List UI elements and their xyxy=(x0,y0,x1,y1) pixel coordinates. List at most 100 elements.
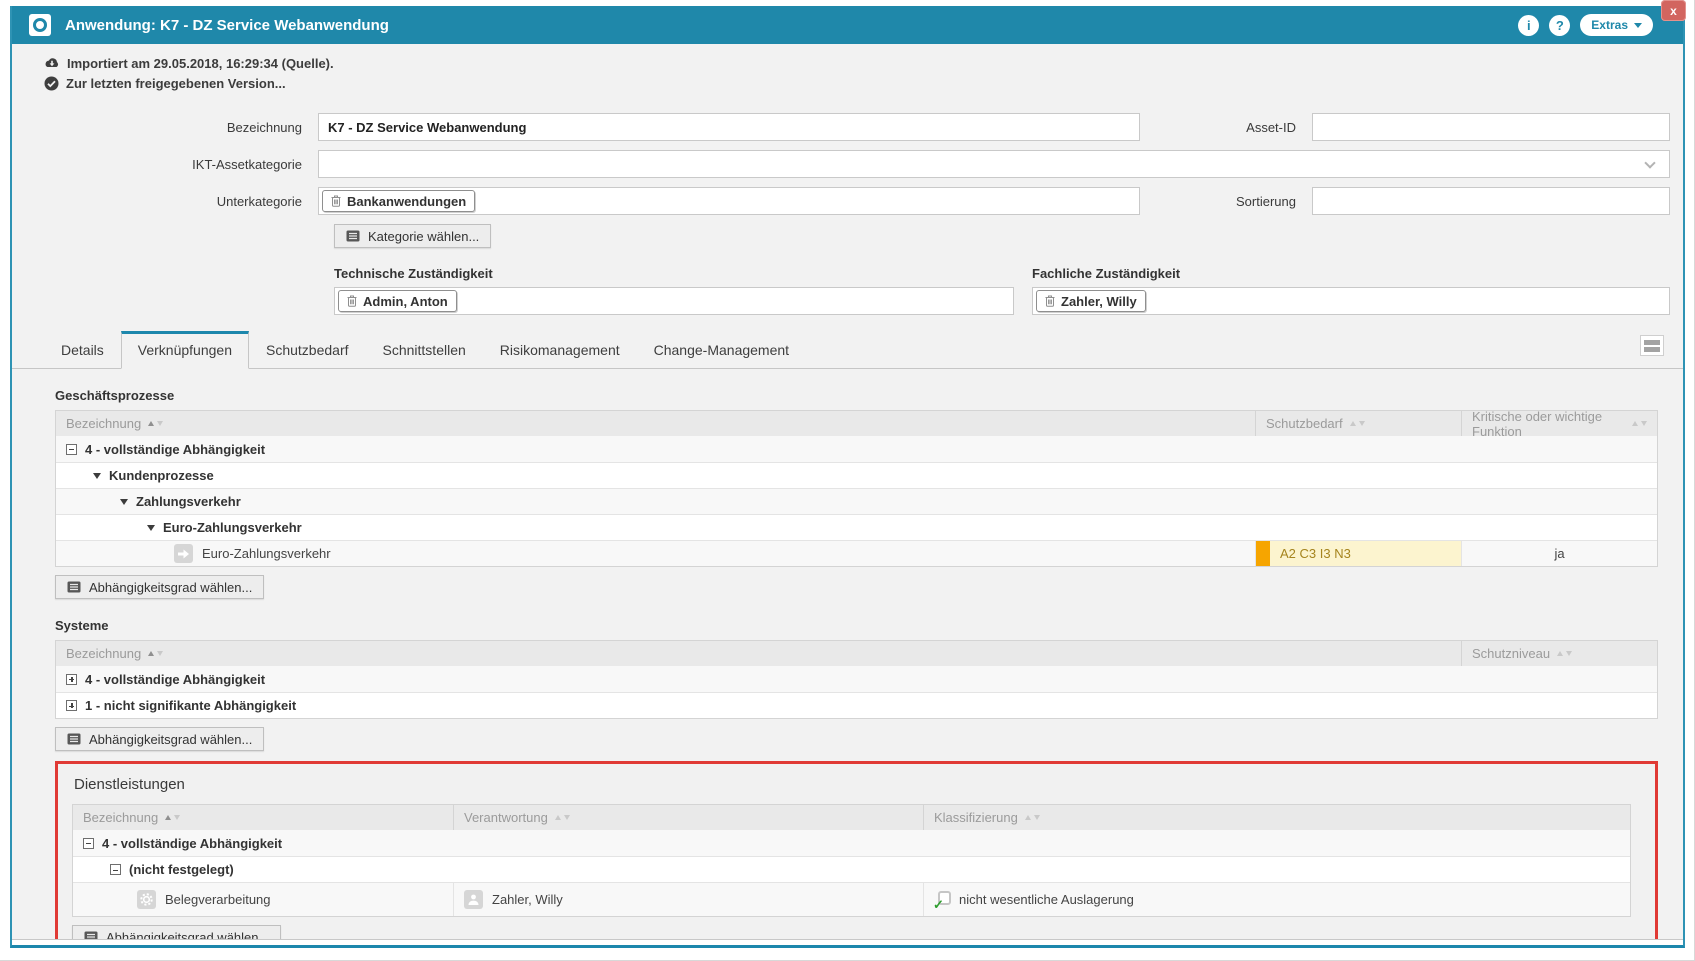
window-title: Anwendung: K7 - DZ Service Webanwendung xyxy=(65,17,389,34)
column-header-bezeichnung[interactable]: Bezeichnung xyxy=(73,805,453,830)
sort-icon[interactable] xyxy=(148,421,163,426)
dienstleistungen-title: Dienstleistungen xyxy=(74,776,1631,793)
technische-zustaendigkeit-field[interactable]: Admin, Anton xyxy=(334,287,1014,315)
table-row[interactable]: 4 - vollständige Abhängigkeit xyxy=(56,666,1657,692)
unterkategorie-chip[interactable]: Bankanwendungen xyxy=(322,190,475,212)
close-icon[interactable]: x xyxy=(1661,0,1686,21)
abhaengigkeitsgrad-waehlen-button[interactable]: Abhängigkeitsgrad wählen... xyxy=(55,575,264,599)
bezeichnung-label: Bezeichnung xyxy=(44,120,318,135)
sortierung-label: Sortierung xyxy=(1140,194,1312,209)
sort-icon[interactable] xyxy=(1632,421,1647,426)
version-line: Zur letzten freigegebenen Version... xyxy=(44,73,1658,93)
fachliche-chip[interactable]: Zahler, Willy xyxy=(1036,290,1146,312)
trash-icon[interactable] xyxy=(347,295,357,307)
trash-icon[interactable] xyxy=(331,195,341,207)
abhaengigkeitsgrad-waehlen-button[interactable]: Abhängigkeitsgrad wählen... xyxy=(72,925,281,940)
systeme-table: Bezeichnung Schutzniveau 4 - vollständig… xyxy=(55,640,1658,719)
technische-zustaendigkeit-label: Technische Zuständigkeit xyxy=(334,266,1014,281)
sort-icon[interactable] xyxy=(1557,651,1572,656)
collapse-minus-icon[interactable] xyxy=(66,444,77,455)
check-circle-icon xyxy=(44,76,59,91)
help-icon[interactable]: ? xyxy=(1549,15,1570,36)
table-row[interactable]: Belegverarbeitung Zahler, Willy nicht we… xyxy=(73,882,1630,916)
layout-rows-icon[interactable] xyxy=(1640,335,1664,356)
collapse-triangle-icon[interactable] xyxy=(93,473,101,479)
tab-schutzbedarf[interactable]: Schutzbedarf xyxy=(249,331,366,369)
geschaeftsprozesse-title: Geschäftsprozesse xyxy=(55,388,1658,403)
asset-id-label: Asset-ID xyxy=(1140,120,1312,135)
collapse-triangle-icon[interactable] xyxy=(147,525,155,531)
chevron-down-icon xyxy=(1634,23,1642,28)
application-icon xyxy=(29,14,51,36)
asset-id-input[interactable] xyxy=(1312,113,1670,141)
table-row[interactable]: 4 - vollständige Abhängigkeit xyxy=(56,436,1657,462)
person-icon xyxy=(464,890,483,909)
tab-risikomanagement[interactable]: Risikomanagement xyxy=(483,331,637,369)
asset-form: Bezeichnung Asset-ID IKT-Assetkategorie … xyxy=(44,113,1670,315)
table-row[interactable]: Euro-Zahlungsverkehr A2 C3 I3 N3 ja xyxy=(56,540,1657,566)
unterkategorie-label: Unterkategorie xyxy=(44,194,318,209)
tab-verknuepfungen[interactable]: Verknüpfungen xyxy=(121,331,249,369)
dienstleistungen-table: Bezeichnung Verantwortung Klassifizierun… xyxy=(72,804,1631,917)
process-arrow-icon xyxy=(174,544,193,563)
column-header-bezeichnung[interactable]: Bezeichnung xyxy=(56,641,1461,666)
fachliche-zustaendigkeit-field[interactable]: Zahler, Willy xyxy=(1032,287,1670,315)
chevron-down-icon xyxy=(1644,157,1655,168)
list-icon xyxy=(67,581,81,593)
schutzbedarf-color-block xyxy=(1256,541,1270,566)
gear-icon xyxy=(137,890,156,909)
sort-icon[interactable] xyxy=(555,815,570,820)
list-icon xyxy=(346,230,360,242)
table-row[interactable]: Euro-Zahlungsverkehr xyxy=(56,514,1657,540)
schutzbedarf-cell: A2 C3 I3 N3 xyxy=(1255,541,1461,566)
collapse-triangle-icon[interactable] xyxy=(120,499,128,505)
trash-icon[interactable] xyxy=(1045,295,1055,307)
tab-schnittstellen[interactable]: Schnittstellen xyxy=(366,331,483,369)
column-header-verantwortung[interactable]: Verantwortung xyxy=(453,805,923,830)
collapse-minus-icon[interactable] xyxy=(83,838,94,849)
classification-check-icon xyxy=(934,891,951,908)
column-header-klassifizierung[interactable]: Klassifizierung xyxy=(923,805,1630,830)
systeme-title: Systeme xyxy=(55,618,1658,633)
sort-icon[interactable] xyxy=(165,815,180,820)
info-icon[interactable]: i xyxy=(1518,15,1539,36)
ikt-assetkategorie-select[interactable] xyxy=(318,150,1670,178)
extras-button[interactable]: Extras xyxy=(1580,14,1653,36)
table-row[interactable]: 1 - nicht signifikante Abhängigkeit xyxy=(56,692,1657,718)
sort-icon[interactable] xyxy=(1350,421,1365,426)
bezeichnung-input[interactable] xyxy=(318,113,1140,141)
version-link[interactable]: Zur letzten freigegebenen Version... xyxy=(66,76,286,91)
column-header-schutzniveau[interactable]: Schutzniveau xyxy=(1461,641,1657,666)
extras-label: Extras xyxy=(1591,18,1628,32)
dienstleistungen-panel-annotation: Dienstleistungen Bezeichnung Verantwortu… xyxy=(55,761,1658,940)
collapse-minus-icon[interactable] xyxy=(110,864,121,875)
list-icon xyxy=(84,931,98,940)
expand-plus-icon[interactable] xyxy=(66,674,77,685)
sort-icon[interactable] xyxy=(1025,815,1040,820)
column-header-kritische-funktion[interactable]: Kritische oder wichtige Funktion xyxy=(1461,411,1657,436)
table-row[interactable]: 4 - vollständige Abhängigkeit xyxy=(73,830,1630,856)
list-icon xyxy=(67,733,81,745)
kategorie-waehlen-label: Kategorie wählen... xyxy=(368,229,479,244)
tab-change-management[interactable]: Change-Management xyxy=(637,331,806,369)
abhaengigkeitsgrad-waehlen-button[interactable]: Abhängigkeitsgrad wählen... xyxy=(55,727,264,751)
kategorie-waehlen-button[interactable]: Kategorie wählen... xyxy=(334,224,491,248)
tab-bar: Details Verknüpfungen Schutzbedarf Schni… xyxy=(12,331,1683,369)
table-row[interactable]: (nicht festgelegt) xyxy=(73,856,1630,882)
column-header-bezeichnung[interactable]: Bezeichnung xyxy=(56,411,1255,436)
sortierung-input[interactable] xyxy=(1312,187,1670,215)
app-body: Importiert am 29.05.2018, 16:29:34 (Quel… xyxy=(12,44,1683,940)
unterkategorie-field[interactable]: Bankanwendungen xyxy=(318,187,1140,215)
table-row[interactable]: Zahlungsverkehr xyxy=(56,488,1657,514)
fachliche-chip-label: Zahler, Willy xyxy=(1061,294,1137,309)
kritische-funktion-cell: ja xyxy=(1461,541,1657,566)
table-row[interactable]: Kundenprozesse xyxy=(56,462,1657,488)
sort-icon[interactable] xyxy=(148,651,163,656)
tab-details[interactable]: Details xyxy=(44,331,121,369)
technische-chip[interactable]: Admin, Anton xyxy=(338,290,457,312)
expand-plus-icon[interactable] xyxy=(66,700,77,711)
column-header-schutzbedarf[interactable]: Schutzbedarf xyxy=(1255,411,1461,436)
geschaeftsprozesse-table: Bezeichnung Schutzbedarf Kritische oder … xyxy=(55,410,1658,567)
imported-text[interactable]: Importiert am 29.05.2018, 16:29:34 (Quel… xyxy=(67,56,334,71)
schutzbedarf-badge: A2 C3 I3 N3 xyxy=(1256,541,1461,566)
